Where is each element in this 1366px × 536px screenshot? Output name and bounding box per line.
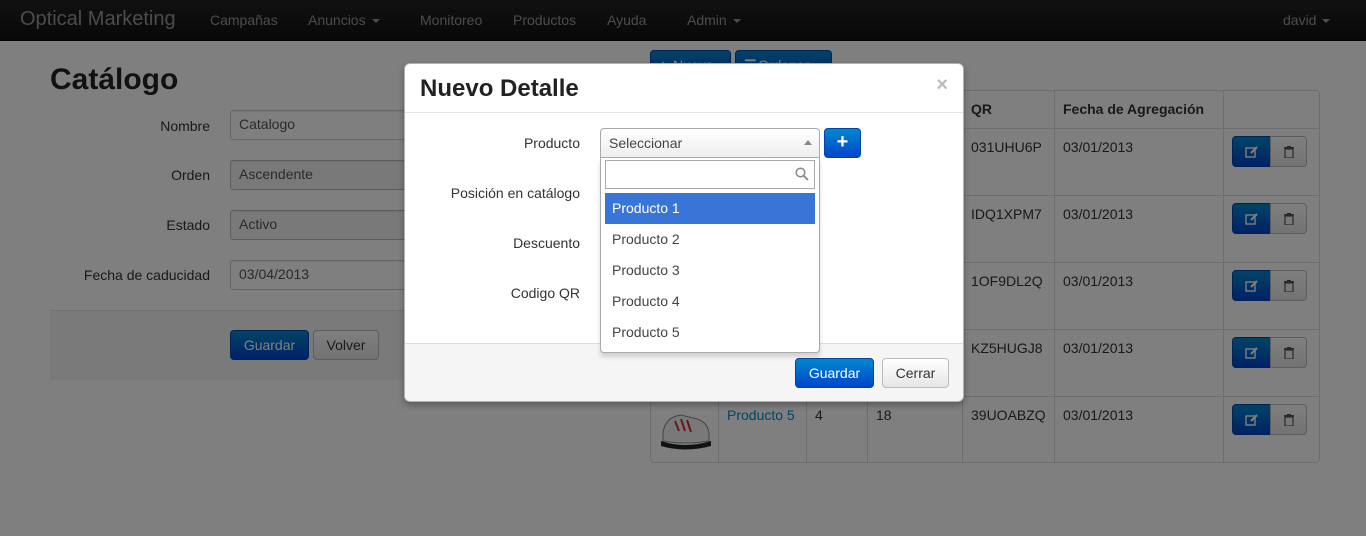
close-icon[interactable]: × xyxy=(936,75,948,95)
product-select-value: Seleccionar xyxy=(609,135,683,151)
discount-label: Descuento xyxy=(513,235,580,251)
product-label: Producto xyxy=(523,135,580,151)
plus-icon: + xyxy=(836,131,849,153)
dropdown-option-producto-1[interactable]: Producto 1 xyxy=(605,193,815,224)
dropdown-option-producto-4[interactable]: Producto 4 xyxy=(605,286,815,317)
modal-header-divider xyxy=(405,112,963,113)
dropdown-option-producto-2[interactable]: Producto 2 xyxy=(605,224,815,255)
add-product-button[interactable]: + xyxy=(824,128,861,158)
chevron-up-icon xyxy=(804,140,812,145)
modal-title: Nuevo Detalle xyxy=(420,75,579,102)
modal-save-button[interactable]: Guardar xyxy=(795,358,874,388)
modal-close-button[interactable]: Cerrar xyxy=(882,358,949,388)
qr-code-label: Codigo QR xyxy=(510,285,580,301)
product-select[interactable]: Seleccionar xyxy=(600,128,820,158)
product-dropdown: Producto 1 Producto 2 Producto 3 Product… xyxy=(600,158,820,353)
new-detail-modal: Nuevo Detalle × Producto Posición en cat… xyxy=(404,63,964,402)
search-icon xyxy=(795,167,809,181)
dropdown-option-producto-5[interactable]: Producto 5 xyxy=(605,317,815,348)
position-label: Posición en catálogo xyxy=(450,185,580,201)
product-search-input[interactable] xyxy=(605,160,815,189)
dropdown-option-producto-3[interactable]: Producto 3 xyxy=(605,255,815,286)
